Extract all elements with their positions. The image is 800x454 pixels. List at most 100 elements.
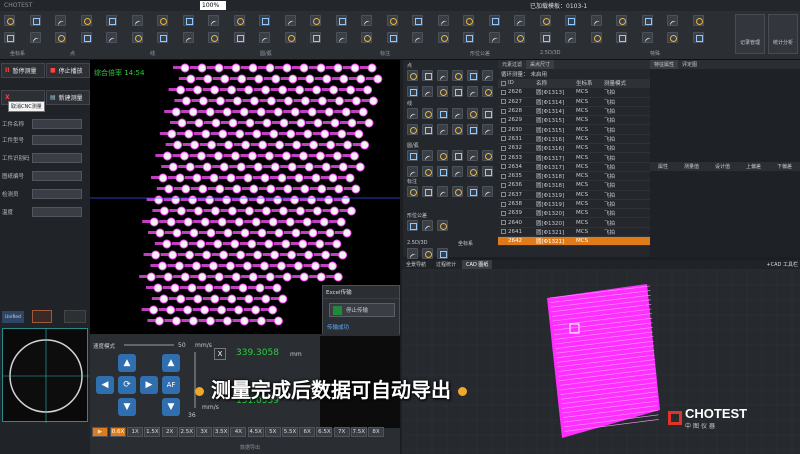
tool-icon[interactable] (407, 166, 418, 177)
tool-icon[interactable] (437, 108, 448, 119)
table-row[interactable]: 2630 圆[Φ1315] MCS 飞拍 (498, 125, 650, 135)
tool-icon[interactable] (452, 70, 463, 81)
record-manage-button[interactable]: 记录管理 (735, 14, 765, 54)
ribbon-tool-icon[interactable] (182, 32, 194, 43)
tool-icon[interactable] (422, 108, 433, 119)
play-icon[interactable]: ▶ (92, 427, 108, 437)
ribbon-tool-icon[interactable] (106, 32, 117, 43)
tool-icon[interactable] (467, 70, 478, 81)
table-row[interactable]: 2627 圆[Φ1314] MCS 飞拍 (498, 98, 650, 107)
z-down-button[interactable]: ▼ (162, 398, 180, 416)
tool-icon[interactable] (482, 166, 493, 177)
tab-panorama[interactable]: 全景导航 (402, 260, 430, 269)
ribbon-tool-icon[interactable] (514, 15, 525, 26)
tab-cad-drawing[interactable]: CAD 图纸 (462, 260, 493, 269)
tab-feature-attr[interactable]: 特征属性 (650, 60, 679, 69)
tool-icon[interactable] (467, 150, 478, 161)
tab-camera[interactable] (32, 310, 52, 323)
move-right-button[interactable]: ▶ (140, 376, 158, 394)
ribbon-tool-icon[interactable] (412, 15, 423, 26)
speed-7X[interactable]: 7X (333, 427, 350, 437)
tool-icon[interactable] (407, 220, 418, 231)
ribbon-tool-icon[interactable] (4, 32, 15, 43)
ribbon-tool-icon[interactable] (641, 32, 653, 43)
table-row[interactable]: 2633 圆[Φ1317] MCS 飞拍 (498, 153, 650, 163)
tab-filter[interactable]: 元素过滤 (498, 60, 526, 69)
tool-icon[interactable] (452, 186, 463, 197)
tool-icon[interactable] (452, 124, 463, 135)
table-row[interactable]: 2637 圆[Φ1319] MCS 飞拍 (498, 191, 650, 200)
ribbon-tool-icon[interactable] (616, 15, 627, 26)
ribbon-tool-icon[interactable] (106, 15, 117, 26)
tool-icon[interactable] (437, 186, 448, 197)
speed-5X[interactable]: 5X (264, 427, 281, 437)
tool-icon[interactable] (422, 150, 433, 161)
z-up-button[interactable]: ▲ (162, 354, 180, 372)
ribbon-tool-icon[interactable] (310, 15, 321, 26)
ribbon-tool-icon[interactable] (488, 15, 500, 26)
ribbon-tool-icon[interactable] (667, 32, 678, 43)
ribbon-tool-icon[interactable] (208, 32, 219, 43)
speed-5_5X[interactable]: 5.5X (282, 427, 298, 437)
new-measure-button[interactable]: ▤ 新建测量 (46, 90, 90, 105)
speed-1_5X[interactable]: 1.5X (144, 427, 161, 437)
table-row[interactable]: 2642 圆[Φ1321] MCS (498, 237, 650, 247)
tool-icon[interactable] (467, 86, 478, 97)
ribbon-tool-icon[interactable] (437, 15, 449, 26)
speed-3_5X[interactable]: 3.5X (213, 427, 230, 437)
ribbon-tool-icon[interactable] (55, 32, 66, 43)
table-row[interactable]: 2634 圆[Φ1317] MCS 飞拍 (498, 163, 650, 172)
move-up-button[interactable]: ▲ (118, 354, 136, 372)
ribbon-tool-icon[interactable] (539, 15, 551, 26)
speed-0_6X[interactable]: 0.6X (110, 427, 126, 437)
ribbon-tool-icon[interactable] (310, 32, 321, 43)
table-row[interactable]: 2635 圆[Φ1318] MCS 飞拍 (498, 172, 650, 182)
ribbon-tool-icon[interactable] (157, 32, 168, 43)
ribbon-tool-icon[interactable] (361, 32, 372, 43)
tool-icon[interactable] (407, 86, 418, 97)
table-row[interactable]: 2626 圆[Φ1313] MCS 飞拍 (498, 88, 650, 98)
tab-point-size[interactable]: 采点尺寸 (526, 60, 555, 69)
tool-icon[interactable] (452, 108, 463, 119)
tab-eval-chart[interactable]: 评定图 (678, 60, 701, 69)
move-down-button[interactable]: ▼ (118, 398, 136, 416)
table-row[interactable]: 2629 圆[Φ1315] MCS 飞拍 (498, 116, 650, 126)
tool-icon[interactable] (482, 108, 493, 119)
ribbon-tool-icon[interactable] (590, 15, 602, 26)
table-row[interactable]: 2639 圆[Φ1320] MCS 飞拍 (498, 209, 650, 219)
ribbon-tool-icon[interactable] (514, 32, 525, 43)
tool-icon[interactable] (482, 124, 493, 135)
speed-1X[interactable]: 1X (127, 427, 144, 437)
ribbon-tool-icon[interactable] (182, 15, 194, 26)
ribbon-tool-icon[interactable] (361, 15, 372, 26)
move-left-button[interactable]: ◀ (96, 376, 114, 394)
speed-4_5X[interactable]: 4.5X (247, 427, 264, 437)
tab-list[interactable] (64, 310, 86, 323)
tool-icon[interactable] (407, 124, 418, 135)
ribbon-tool-icon[interactable] (692, 32, 704, 43)
ribbon-tool-icon[interactable] (667, 15, 678, 26)
table-row[interactable]: 2640 圆[Φ1320] MCS 飞拍 (498, 218, 650, 228)
speed-7_5X[interactable]: 7.5X (350, 427, 367, 437)
tool-icon[interactable] (437, 150, 448, 161)
ribbon-tool-icon[interactable] (157, 15, 168, 26)
ribbon-tool-icon[interactable] (4, 15, 15, 26)
speed-4X[interactable]: 4X (230, 427, 247, 437)
ribbon-tool-icon[interactable] (539, 32, 551, 43)
table-row[interactable]: 2636 圆[Φ1318] MCS 飞拍 (498, 181, 650, 191)
statistics-button[interactable]: 统计分析 (768, 14, 798, 54)
speed-8X[interactable]: 8X (368, 427, 384, 437)
ribbon-tool-icon[interactable] (692, 15, 704, 26)
speed-6_5X[interactable]: 6.5X (316, 427, 333, 437)
table-row[interactable]: 2628 圆[Φ1314] MCS 飞拍 (498, 107, 650, 117)
ribbon-tool-icon[interactable] (616, 32, 627, 43)
tool-icon[interactable] (452, 86, 463, 97)
ribbon-tool-icon[interactable] (208, 15, 219, 26)
ribbon-tool-icon[interactable] (131, 32, 143, 43)
tool-icon[interactable] (437, 86, 448, 97)
tool-icon[interactable] (452, 166, 463, 177)
ribbon-tool-icon[interactable] (488, 32, 500, 43)
refresh-button[interactable]: ⟳ (118, 376, 136, 394)
stop-transfer-button[interactable]: 停止传输 (329, 303, 395, 317)
measurement-viewport[interactable]: 综合倍率 14:54 Excel传输 停止传输 传输成功 (90, 60, 400, 334)
